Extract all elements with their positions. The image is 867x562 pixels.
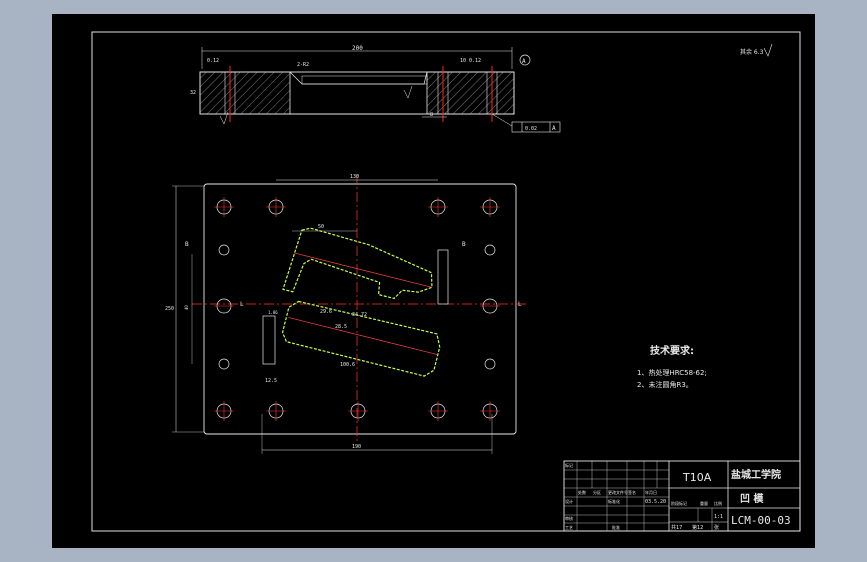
plan-label-b: 28.5	[335, 324, 347, 330]
tb-label-2: 分区	[593, 489, 601, 495]
plan-height-span: 250	[165, 306, 174, 312]
section-mark-right: B	[462, 241, 466, 248]
tech-item-1: 1、热处理HRC58-62;	[637, 368, 707, 377]
tb-school: 盐城工学院	[731, 468, 781, 481]
tech-item-2: 2、未注圆角R3。	[637, 380, 693, 389]
cavity-profile	[281, 227, 441, 377]
view-mark-right: L	[518, 301, 522, 308]
tb-sheet-count: 共17	[671, 524, 682, 531]
drawing-area: 200 0.12 10 0.12 2-R2 32 A 8 0.02 A 其余 6…	[52, 14, 815, 548]
view-mark-left: L	[240, 301, 244, 308]
tb-label-11: 阶段标记	[671, 500, 687, 506]
plan-label-a: 34.72	[352, 312, 367, 318]
plan-top-span: 130	[350, 174, 359, 180]
plan-inner-span: 40	[184, 305, 189, 310]
tb-part-name: 凹 模	[740, 492, 764, 505]
section-mark-left: B	[185, 241, 189, 248]
tb-drawing-no: LCM-00-03	[731, 514, 791, 527]
tb-label-1: 处数	[578, 489, 586, 495]
tb-label-3: 更改文件号	[608, 489, 628, 495]
tb-label-13: 比例	[714, 500, 722, 506]
plan-bottom-span: 190	[352, 444, 361, 450]
tb-label-5: 年月日	[645, 489, 657, 495]
section-right-tol: 10 0.12	[460, 58, 481, 64]
roughness-note: 其余 6.3	[740, 48, 764, 56]
die-plate-outline	[203, 183, 517, 435]
plan-label-c: 100.6	[340, 362, 355, 368]
tb-label-6: 设计	[565, 498, 573, 504]
section-datum: A	[522, 58, 526, 65]
tb-label-0: 标记	[565, 462, 573, 468]
tb-unit: 张	[714, 524, 719, 531]
plan-view: 130 190 250 40 B B L L 50 29.6 34.72 28.…	[165, 174, 527, 454]
section-depth-dim: 8	[430, 112, 433, 118]
roughness-icon	[763, 43, 773, 57]
plan-offset-dim: 50	[318, 224, 324, 230]
section-angle: 2-R2	[297, 62, 309, 68]
tb-sheet-no: 第12	[692, 524, 703, 531]
tb-label-9: 批准	[612, 524, 620, 530]
tb-label-12: 重量	[700, 500, 708, 506]
tb-label-7: 审核	[565, 515, 573, 521]
tb-label-8: 工艺	[565, 525, 573, 530]
tech-requirements: 技术要求: 1、热处理HRC58-62; 2、未注圆角R3。	[637, 344, 707, 389]
section-height-dim: 32	[190, 90, 196, 96]
section-view: 200 0.12 10 0.12 2-R2 32 A 8 0.02 A	[190, 45, 561, 133]
plan-label-d: 1.86	[268, 310, 278, 315]
title-block: 标记 处数 分区 更改文件号 签名 年月日 设计 审核 工艺 批准 标准化 阶段…	[563, 460, 801, 532]
tb-material: T10A	[682, 471, 712, 484]
flatness-tol: 0.02	[525, 126, 537, 132]
tb-label-10: 标准化	[608, 498, 620, 504]
tb-scale: 1:1	[714, 514, 723, 520]
cad-drawing: 200 0.12 10 0.12 2-R2 32 A 8 0.02 A 其余 6…	[91, 31, 801, 532]
tech-title: 技术要求:	[650, 344, 694, 357]
flatness-datum: A	[552, 125, 556, 132]
plan-slot-dim: 29.6	[320, 309, 332, 315]
tb-date-code: 03.5.20	[645, 499, 666, 505]
section-overall-dim: 200	[352, 45, 363, 52]
plan-label-e: 12.5	[265, 378, 277, 384]
section-left-tol: 0.12	[207, 58, 219, 64]
tb-label-4: 签名	[628, 489, 636, 495]
